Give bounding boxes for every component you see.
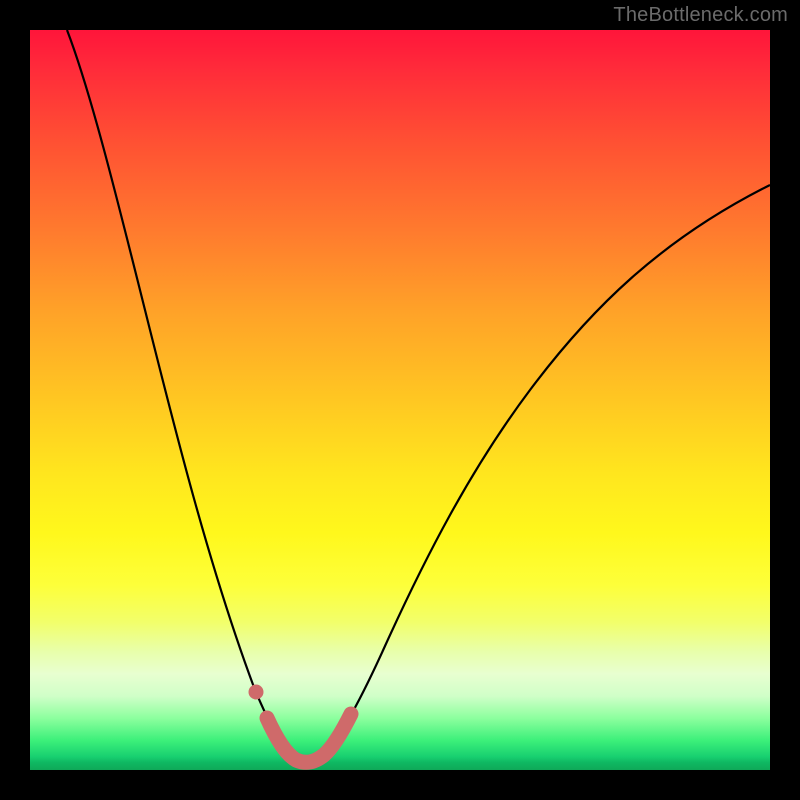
bottleneck-curve: [67, 30, 770, 761]
optimal-highlight-segment: [267, 714, 351, 762]
curve-layer: [30, 30, 770, 770]
plot-area: [30, 30, 770, 770]
chart-frame: TheBottleneck.com: [0, 0, 800, 800]
watermark-text: TheBottleneck.com: [613, 4, 788, 27]
optimal-highlight-dot: [249, 685, 264, 700]
